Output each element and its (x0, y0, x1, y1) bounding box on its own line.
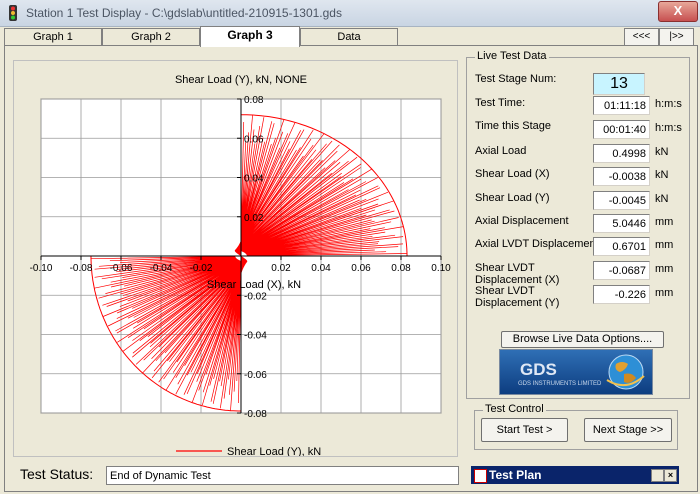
test-status-value: End of Dynamic Test (106, 466, 459, 485)
x-tick-label: -0.06 (110, 263, 133, 274)
x-axis-label: Shear Load (X), kN (207, 279, 301, 291)
shear-lvdt-y-label: Shear LVDT Displacement (Y) (475, 285, 560, 309)
shear-load-y-unit: kN (655, 193, 669, 205)
x-tick-label: 0.06 (351, 263, 371, 274)
test-status-label: Test Status: (20, 466, 94, 482)
close-icon[interactable]: × (664, 469, 677, 482)
live-test-data-title: Live Test Data (475, 50, 549, 62)
gds-logo-text: GDS (520, 360, 557, 379)
axial-lvdt-value: 0.6701 (593, 237, 650, 256)
test-plan-icon (474, 469, 487, 483)
shear-load-x-unit: kN (655, 169, 669, 181)
time-this-stage-unit: h:m:s (655, 122, 682, 134)
y-tick-label: -0.04 (244, 331, 267, 342)
axial-displacement-unit: mm (655, 216, 674, 228)
test-time-unit: h:m:s (655, 98, 682, 110)
tab-graph-3[interactable]: Graph 3 (200, 26, 300, 47)
shear-load-y-value: -0.0045 (593, 191, 650, 210)
y-tick-label: 0.02 (244, 213, 264, 224)
start-test-button[interactable]: Start Test > (481, 418, 568, 442)
title-bar: Station 1 Test Display - C:\gdslab\untit… (0, 0, 700, 27)
shear-load-y-label: Shear Load (Y) (475, 192, 550, 204)
shear-load-x-value: -0.0038 (593, 167, 650, 186)
tab-prev-button[interactable]: <<< (624, 28, 659, 46)
time-this-stage-value: 00:01:40 (593, 120, 650, 139)
y-tick-label: 0.06 (244, 134, 264, 145)
close-button[interactable]: X (658, 1, 698, 22)
x-tick-label: 0.04 (311, 263, 331, 274)
axial-load-unit: kN (655, 146, 669, 158)
legend-label: Shear Load (Y), kN (227, 446, 321, 456)
axial-displacement-label: Axial Displacement (475, 215, 569, 227)
stage-num-label: Test Stage Num: (475, 73, 557, 85)
test-time-label: Test Time: (475, 97, 526, 109)
y-tick-label: -0.08 (244, 409, 267, 420)
axial-lvdt-unit: mm (655, 239, 674, 251)
tab-graph-1[interactable]: Graph 1 (4, 28, 102, 46)
y-tick-label: -0.06 (244, 370, 267, 381)
y-tick-label: 0.04 (244, 174, 264, 185)
x-tick-label: -0.04 (150, 263, 173, 274)
shear-lvdt-x-label: Shear LVDT Displacement (X) (475, 262, 560, 286)
shear-load-chart: Shear Load (Y), kN, NONE -0.10 -0.08 -0.06… (30, 74, 452, 458)
chart-frame: Shear Load (Y), kN, NONE -0.10 -0.08 -0.06… (13, 60, 458, 458)
test-control-title: Test Control (483, 403, 546, 415)
test-time-value: 01:11:18 (593, 96, 650, 115)
traffic-light-icon (9, 5, 17, 21)
x-tick-label: 0.10 (431, 263, 451, 274)
shear-lvdt-x-unit: mm (655, 263, 674, 275)
y-tick-label: 0.08 (244, 95, 264, 106)
axial-displacement-value: 5.0446 (593, 214, 650, 233)
x-tick-label: -0.02 (190, 263, 213, 274)
shear-lvdt-y-unit: mm (655, 287, 674, 299)
axial-load-label: Axial Load (475, 145, 527, 157)
window-title: Station 1 Test Display - C:\gdslab\untit… (26, 6, 342, 20)
gds-logo-subtext: GDS INSTRUMENTS LIMITED (518, 381, 602, 387)
shear-lvdt-y-value: -0.226 (593, 285, 650, 304)
restore-icon[interactable] (651, 469, 664, 482)
chart-title: Shear Load (Y), kN, NONE (175, 74, 307, 86)
x-tick-label: 0.02 (271, 263, 291, 274)
tab-graph-2[interactable]: Graph 2 (102, 28, 200, 46)
shear-load-x-label: Shear Load (X) (475, 168, 550, 180)
axial-lvdt-label: Axial LVDT Displacement (475, 238, 599, 250)
stage-num-value: 13 (593, 73, 645, 95)
gds-logo: GDS GDS INSTRUMENTS LIMITED (499, 349, 653, 395)
tab-next-button[interactable]: |>> (659, 28, 694, 46)
time-this-stage-label: Time this Stage (475, 120, 552, 132)
axial-load-value: 0.4998 (593, 144, 650, 163)
shear-lvdt-x-value: -0.0687 (593, 261, 650, 280)
y-tick-label: -0.02 (244, 291, 267, 302)
x-tick-label: -0.10 (30, 263, 53, 274)
test-plan-window[interactable]: Test Plan × (471, 466, 679, 484)
next-stage-button[interactable]: Next Stage >> (584, 418, 672, 442)
test-plan-title: Test Plan (489, 468, 542, 482)
x-tick-label: -0.08 (70, 263, 93, 274)
browse-live-data-button[interactable]: Browse Live Data Options.... (501, 331, 664, 348)
tab-data[interactable]: Data (300, 28, 398, 46)
x-tick-label: 0.08 (391, 263, 411, 274)
